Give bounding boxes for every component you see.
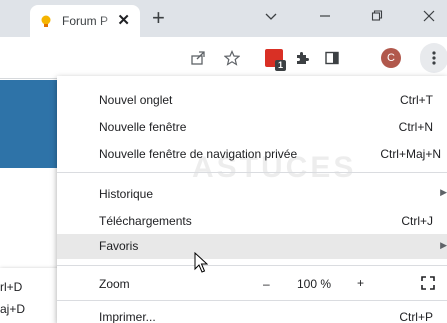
menu-item-new-window[interactable]: Nouvelle fenêtre Ctrl+N: [57, 116, 447, 139]
menu-separator: [57, 265, 447, 266]
side-panel-icon[interactable]: [320, 46, 344, 70]
menu-item-history[interactable]: Historique ▶: [57, 183, 447, 206]
lightbulb-favicon-icon: [38, 13, 54, 29]
menu-item-shortcut: Ctrl+N: [398, 120, 433, 134]
profile-avatar[interactable]: C: [379, 46, 403, 70]
mouse-cursor-icon: [194, 252, 208, 273]
title-bar: Forum P ✕ +: [0, 0, 447, 37]
menu-separator: [57, 300, 447, 301]
zoom-label: Zoom: [99, 277, 130, 291]
menu-item-shortcut: Ctrl+Maj+N: [380, 147, 441, 161]
menu-item-label: Imprimer...: [99, 310, 156, 323]
close-window-icon[interactable]: [414, 4, 444, 28]
menu-item-label: Nouvelle fenêtre: [99, 120, 187, 134]
tab-close-icon[interactable]: ✕: [117, 13, 130, 29]
fullscreen-icon[interactable]: [421, 276, 435, 290]
tab-search-dropdown-icon[interactable]: [256, 4, 286, 28]
submenu-shortcut-2[interactable]: aj+D: [0, 302, 25, 316]
menu-separator: [57, 172, 447, 173]
submenu-arrow-icon: ▶: [440, 240, 447, 250]
menu-item-new-incognito-window[interactable]: Nouvelle fenêtre de navigation privée Ct…: [57, 143, 447, 166]
menu-item-new-tab[interactable]: Nouvel onglet Ctrl+T: [57, 89, 447, 112]
menu-item-print[interactable]: Imprimer... Ctrl+P: [57, 306, 447, 323]
avatar-letter: C: [381, 48, 401, 68]
submenu-shortcut-1[interactable]: rl+D: [0, 280, 22, 294]
new-tab-button[interactable]: +: [152, 6, 165, 30]
menu-item-bookmarks[interactable]: Favoris ▶: [57, 234, 447, 259]
zoom-out-button[interactable]: –: [263, 277, 270, 291]
page-header-band: [0, 80, 62, 168]
bookmark-star-icon[interactable]: [220, 46, 244, 70]
menu-item-downloads[interactable]: Téléchargements Ctrl+J: [57, 210, 447, 233]
browser-toolbar: 1 C: [0, 37, 447, 79]
menu-item-label: Nouvelle fenêtre de navigation privée: [99, 147, 298, 161]
zoom-level: 100 %: [297, 277, 332, 291]
extensions-puzzle-icon[interactable]: [290, 46, 314, 70]
extension-badge: 1: [274, 60, 286, 71]
tab-title: Forum P: [62, 14, 109, 28]
restore-icon[interactable]: [362, 4, 392, 28]
menu-item-shortcut: Ctrl+T: [400, 93, 433, 107]
menu-item-label: Téléchargements: [99, 214, 192, 228]
menu-kebab-icon[interactable]: [420, 43, 447, 73]
submenu-arrow-icon: ▶: [440, 187, 447, 197]
menu-item-shortcut: Ctrl+J: [401, 214, 433, 228]
menu-item-label: Nouvel onglet: [99, 93, 173, 107]
extension-red-icon[interactable]: 1: [262, 46, 286, 71]
chrome-main-menu: ASTUCES Nouvel onglet Ctrl+T Nouvelle fe…: [57, 76, 447, 323]
menu-item-zoom: Zoom – 100 % +: [57, 273, 447, 296]
minimize-icon[interactable]: [310, 4, 340, 28]
zoom-in-button[interactable]: +: [357, 276, 364, 290]
tab-forum[interactable]: Forum P ✕: [30, 5, 140, 37]
menu-item-label: Favoris: [99, 239, 139, 253]
menu-item-label: Historique: [99, 187, 154, 201]
share-icon[interactable]: [186, 46, 210, 70]
menu-item-shortcut: Ctrl+P: [399, 310, 433, 323]
